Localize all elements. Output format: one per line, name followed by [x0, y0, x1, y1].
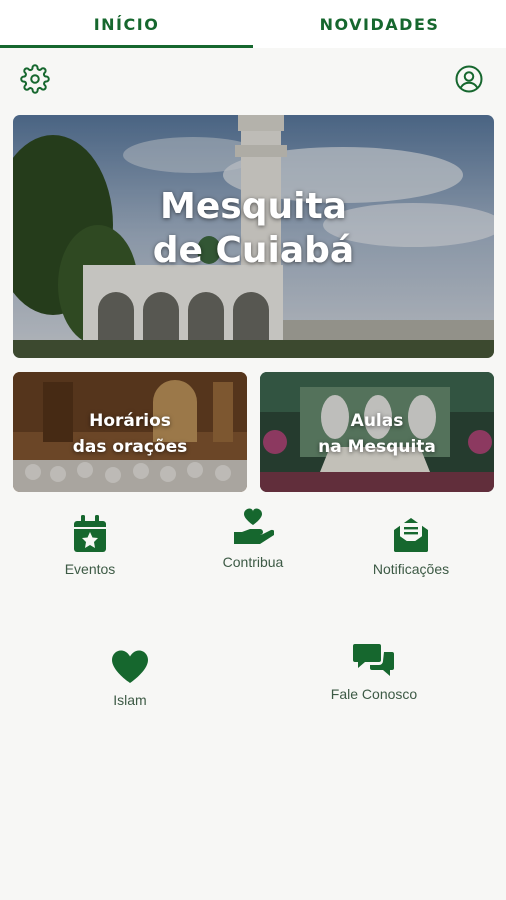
hero-title-line1: Mesquita [160, 186, 347, 227]
fale-conosco-label: Fale Conosco [330, 686, 418, 702]
hero-title: Mesquita de Cuiabá [13, 185, 494, 273]
top-tab-bar: INÍCIO NOVIDADES [0, 0, 506, 48]
islam-label: Islam [113, 692, 147, 708]
eventos-label: Eventos [64, 561, 116, 577]
islam-button[interactable]: Islam [85, 650, 175, 708]
fale-conosco-button[interactable]: Fale Conosco [320, 642, 428, 702]
prayer-times-title: Horários das orações [13, 408, 247, 460]
eventos-button[interactable]: Eventos [45, 515, 135, 577]
chat-bubbles-icon [353, 644, 394, 676]
prayer-times-line2: das orações [72, 437, 188, 457]
classes-title: Aulas na Mesquita [260, 408, 494, 460]
settings-button[interactable] [18, 62, 52, 96]
prayer-times-line1: Horários [89, 411, 171, 431]
heart-icon [112, 650, 148, 683]
hand-heart-icon [234, 508, 274, 544]
calendar-star-icon [74, 515, 106, 552]
user-circle-icon [455, 65, 483, 93]
gear-icon [20, 64, 50, 94]
hero-title-line2: de Cuiabá [152, 230, 355, 271]
tab-novidades[interactable]: NOVIDADES [253, 0, 506, 48]
notificacoes-label: Notificações [372, 561, 450, 577]
envelope-open-icon [394, 518, 428, 552]
contribua-label: Contribua [222, 554, 284, 570]
classes-line2: na Mesquita [318, 437, 436, 457]
notificacoes-button[interactable]: Notificações [360, 515, 462, 577]
profile-button[interactable] [452, 62, 486, 96]
contribua-button[interactable]: Contribua [208, 508, 298, 570]
tab-inicio[interactable]: INÍCIO [0, 0, 253, 48]
classes-line1: Aulas [350, 411, 404, 431]
classes-card[interactable]: Aulas na Mesquita [260, 372, 494, 492]
hero-card-mesquita[interactable]: Mesquita de Cuiabá [13, 115, 494, 358]
prayer-times-card[interactable]: Horários das orações [13, 372, 247, 492]
